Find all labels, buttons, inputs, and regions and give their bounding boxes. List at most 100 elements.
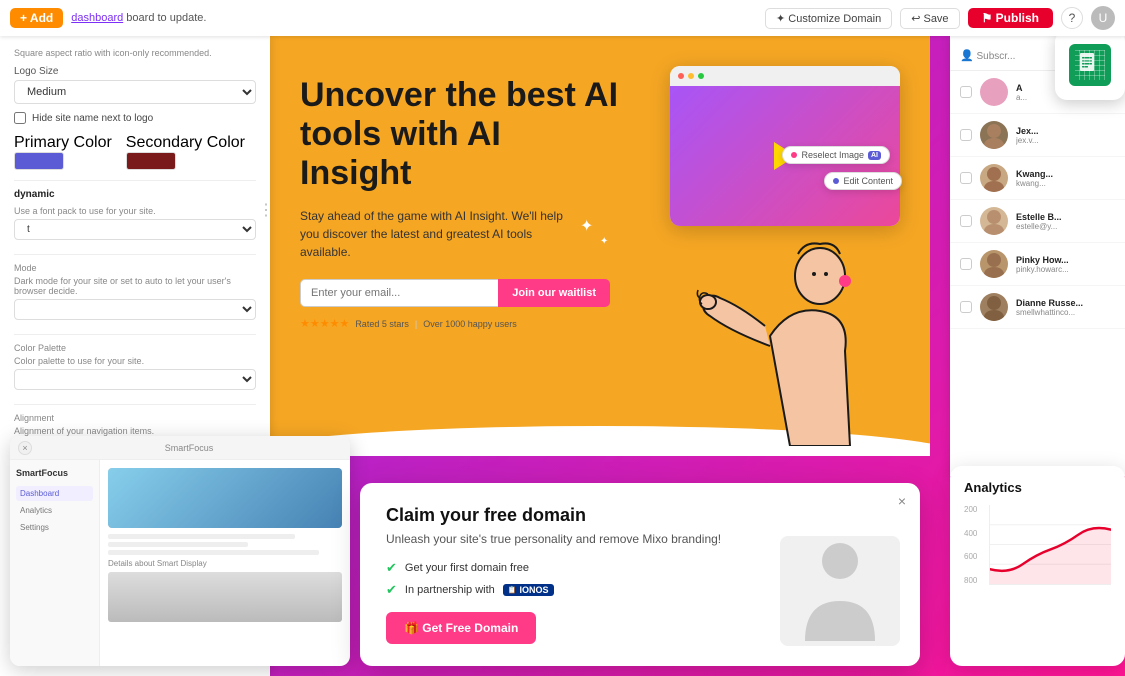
preview-body: SmartFocus Dashboard Analytics Settings …	[10, 460, 350, 666]
domain-panel: × Claim your free domain Unleash your si…	[360, 483, 920, 666]
sheets-svg	[1076, 51, 1104, 79]
secondary-color-swatch[interactable]	[126, 152, 176, 170]
subscriber-name: A	[1016, 83, 1027, 93]
subscriber-email: kwang...	[1016, 179, 1053, 188]
subscriber-name: Kwang...	[1016, 169, 1053, 179]
subscriber-checkbox[interactable]	[960, 172, 972, 184]
preview-sidebar: SmartFocus Dashboard Analytics Settings	[10, 460, 100, 666]
top-bar-right: ✦ Customize Domain ↩ Save ⚑ Publish ? U	[765, 6, 1115, 30]
sparkle-1: ✦	[580, 216, 593, 236]
subscriber-checkbox[interactable]	[960, 129, 972, 141]
preview-person-image	[108, 572, 342, 622]
publish-button[interactable]: ⚑ Publish	[968, 8, 1053, 28]
top-bar-left: + Add dashboard board to update.	[10, 8, 206, 28]
subscriber-checkbox[interactable]	[960, 215, 972, 227]
check-icon-2: ✔	[386, 582, 397, 598]
analytics-card: Analytics 800 600 400 200	[950, 466, 1125, 666]
subscriber-name: Dianne Russe...	[1016, 298, 1083, 308]
ai-badge: AI	[868, 151, 881, 160]
add-button[interactable]: + Add	[10, 8, 63, 28]
domain-check-1-text: Get your first domain free	[405, 562, 529, 574]
divider-3	[14, 334, 256, 335]
preview-titlebar: × SmartFocus	[10, 436, 350, 460]
edit-content-badge[interactable]: Edit Content	[824, 172, 902, 190]
subscriber-name: Jex...	[1016, 126, 1039, 136]
y-axis-labels: 800 600 400 200	[964, 505, 977, 585]
subscriber-row: Dianne Russe... smellwhattinco...	[950, 286, 1125, 329]
preview-logo: SmartFocus	[16, 468, 93, 478]
avatar[interactable]: U	[1091, 6, 1115, 30]
subscriber-avatar	[980, 293, 1008, 321]
logo-size-select[interactable]: Medium	[14, 80, 256, 104]
panel-collapse-handle[interactable]: ⋮	[258, 200, 274, 220]
logo-size-label: Logo Size	[14, 66, 256, 77]
primary-color-swatch[interactable]	[14, 152, 64, 170]
users-label: Over 1000 happy users	[423, 319, 517, 329]
hero-section: Uncover the best AI tools with AI Insigh…	[270, 36, 930, 456]
hero-email-input[interactable]	[300, 279, 498, 307]
font-hint: Use a font pack to use for your site.	[14, 206, 256, 216]
subscriber-checkbox[interactable]	[960, 301, 972, 313]
subscriber-avatar	[980, 207, 1008, 235]
edit-icon	[833, 178, 839, 184]
divider-4	[14, 404, 256, 405]
preview-hero-image	[108, 468, 342, 528]
preview-nav-settings[interactable]: Settings	[16, 520, 93, 535]
subscriber-checkbox[interactable]	[960, 258, 972, 270]
domain-close-button[interactable]: ×	[898, 493, 906, 509]
rated-label: Rated 5 stars	[355, 319, 409, 329]
palette-select[interactable]	[14, 369, 256, 390]
preview-detail-text: Details about Smart Display	[108, 559, 342, 568]
preview-main: Details about Smart Display	[100, 460, 350, 666]
breadcrumb-link[interactable]: dashboard	[71, 12, 123, 24]
secondary-color-item: Secondary Color	[126, 134, 245, 170]
preview-close[interactable]: ×	[18, 441, 32, 455]
edit-content-label: Edit Content	[843, 176, 893, 186]
subscriber-info: Dianne Russe... smellwhattinco...	[1016, 298, 1083, 317]
divider-2	[14, 254, 256, 255]
subscriber-email: jex.v...	[1016, 136, 1039, 145]
mode-hint: Dark mode for your site or set to auto t…	[14, 276, 256, 296]
palette-label: Color Palette	[14, 343, 256, 353]
subscriber-info: Pinky How... pinky.howarc...	[1016, 255, 1069, 274]
subscribers-title: 👤 Subscr...	[960, 51, 1015, 62]
google-sheets-card[interactable]	[1055, 30, 1125, 100]
subscriber-email: pinky.howarc...	[1016, 265, 1069, 274]
logo-hint: Square aspect ratio with icon-only recom…	[14, 48, 256, 58]
hero-cta-button[interactable]: Join our waitlist	[498, 279, 610, 307]
palette-hint: Color palette to use for your site.	[14, 356, 256, 366]
check-icon-1: ✔	[386, 560, 397, 576]
sparkle-2: ✦	[600, 236, 608, 247]
font-select[interactable]: t	[14, 219, 256, 240]
preview-text-2	[108, 542, 248, 547]
subscriber-email: a...	[1016, 93, 1027, 102]
mode-label: Mode	[14, 263, 256, 273]
preview-text-3	[108, 550, 319, 555]
reselect-image-badge[interactable]: Reselect Image AI	[782, 146, 890, 164]
mode-select[interactable]	[14, 299, 256, 320]
help-button[interactable]: ?	[1061, 7, 1083, 29]
preview-nav-analytics[interactable]: Analytics	[16, 503, 93, 518]
domain-title: Claim your free domain	[386, 505, 894, 526]
preview-nav-dashboard[interactable]: Dashboard	[16, 486, 93, 501]
hide-name-checkbox[interactable]	[14, 112, 26, 124]
subscriber-name: Pinky How...	[1016, 255, 1069, 265]
hero-email-row: Join our waitlist	[300, 279, 610, 307]
chart-area	[989, 505, 1111, 585]
reselect-icon	[791, 152, 797, 158]
save-button[interactable]: ↩ Save	[900, 8, 959, 29]
subscriber-row: Pinky How... pinky.howarc...	[950, 243, 1125, 286]
top-bar: + Add dashboard board to update. ✦ Custo…	[0, 0, 1125, 36]
subscriber-avatar	[980, 250, 1008, 278]
hero-title: Uncover the best AI tools with AI Insigh…	[300, 76, 620, 193]
get-domain-button[interactable]: 🎁 Get Free Domain	[386, 612, 536, 644]
subscriber-info: Jex... jex.v...	[1016, 126, 1039, 145]
domain-check-2-text: In partnership with	[405, 584, 495, 596]
divider-1	[14, 180, 256, 181]
customize-domain-button[interactable]: ✦ Customize Domain	[765, 8, 892, 29]
subscriber-row: Estelle B... estelle@y...	[950, 200, 1125, 243]
subscriber-info: A a...	[1016, 83, 1027, 102]
primary-color-item: Primary Color	[14, 134, 112, 170]
subscriber-checkbox[interactable]	[960, 86, 972, 98]
subscriber-avatar	[980, 164, 1008, 192]
